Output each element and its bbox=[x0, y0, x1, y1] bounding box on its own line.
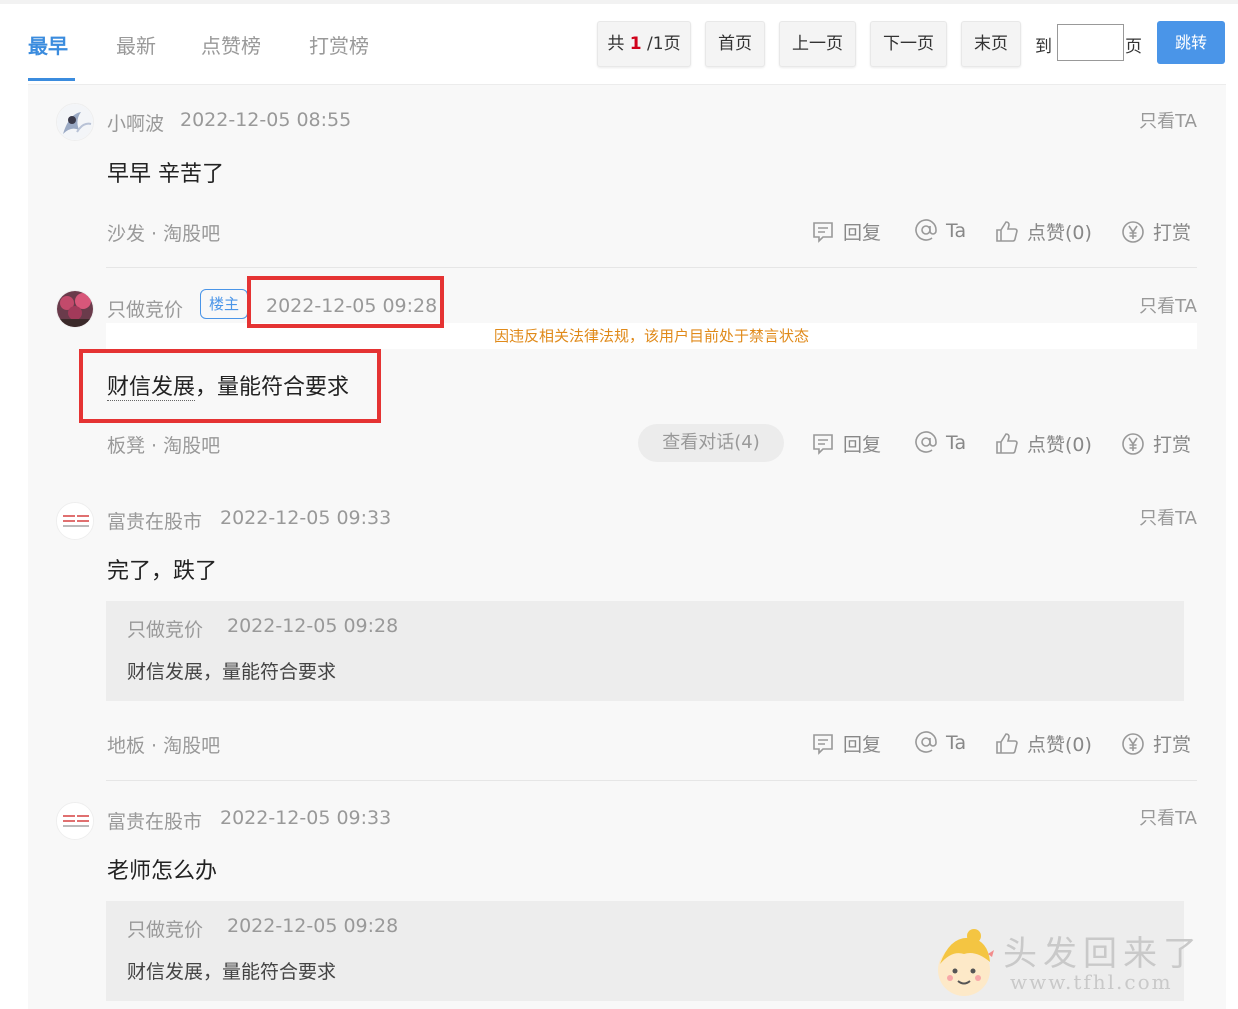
tab-most-tipped[interactable]: 打赏榜 bbox=[309, 30, 369, 59]
next-page-button[interactable]: 下一页 bbox=[870, 21, 947, 67]
top-bar: 最早 最新 点赞榜 打赏榜 共 1 /1页 首页 上一页 下一页 末页 到 页 … bbox=[0, 0, 1238, 84]
at-icon bbox=[914, 430, 938, 454]
at-icon bbox=[914, 730, 938, 754]
tip-button[interactable]: 打赏 bbox=[1121, 218, 1191, 248]
only-ta-link[interactable]: 只看TA bbox=[1139, 292, 1197, 318]
prev-page-button[interactable]: 上一页 bbox=[779, 21, 856, 67]
username[interactable]: 只做竞价 bbox=[107, 295, 183, 322]
comment-actions: 回复 Ta 点赞(0) 打赏 bbox=[811, 218, 1197, 248]
like-button[interactable]: 点赞(0) bbox=[995, 218, 1092, 248]
comment-text: 老师怎么办 bbox=[107, 859, 218, 884]
reply-icon bbox=[811, 432, 835, 456]
thumbs-up-icon bbox=[995, 732, 1019, 756]
reply-button[interactable]: 回复 bbox=[811, 218, 881, 248]
top-divider bbox=[0, 0, 1238, 4]
author-badge: 楼主 bbox=[200, 289, 249, 319]
avatar[interactable] bbox=[56, 802, 94, 840]
comment-actions: 回复 Ta 点赞(0) 打赏 bbox=[811, 430, 1197, 460]
comment-text: 完了，跌了 bbox=[107, 559, 218, 584]
comment-list: 小啊波 2022-12-05 08:55 只看TA 早早 辛苦了 沙发 · 淘股… bbox=[28, 84, 1226, 1009]
post-time: 2022-12-05 09:33 bbox=[220, 507, 392, 529]
jump-button[interactable]: 跳转 bbox=[1157, 21, 1225, 64]
highlight-box-time bbox=[247, 276, 444, 328]
username[interactable]: 小啊波 bbox=[107, 109, 164, 136]
thumbs-up-icon bbox=[995, 432, 1019, 456]
page-count: 共 1 /1页 bbox=[597, 21, 691, 67]
at-button[interactable]: Ta bbox=[914, 430, 966, 460]
username[interactable]: 富贵在股市 bbox=[107, 807, 202, 834]
like-button[interactable]: 点赞(0) bbox=[995, 430, 1092, 460]
reply-icon bbox=[811, 220, 835, 244]
like-button[interactable]: 点赞(0) bbox=[995, 730, 1092, 760]
at-button[interactable]: Ta bbox=[914, 218, 966, 248]
highlight-box-content bbox=[79, 349, 381, 423]
post-time: 2022-12-05 09:33 bbox=[220, 807, 392, 829]
comment-actions: 回复 Ta 点赞(0) 打赏 bbox=[811, 730, 1197, 760]
yen-coin-icon bbox=[1121, 220, 1145, 244]
yen-coin-icon bbox=[1121, 732, 1145, 756]
only-ta-link[interactable]: 只看TA bbox=[1139, 107, 1197, 133]
last-page-button[interactable]: 末页 bbox=[961, 21, 1021, 67]
first-page-button[interactable]: 首页 bbox=[705, 21, 765, 67]
avatar[interactable] bbox=[56, 502, 94, 540]
mascot-logo bbox=[938, 929, 994, 996]
goto-label: 到 bbox=[1035, 37, 1052, 57]
tip-button[interactable]: 打赏 bbox=[1121, 730, 1191, 760]
quoted-text: 财信发展，量能符合要求 bbox=[127, 961, 337, 983]
floor-label: 沙发 · 淘股吧 bbox=[107, 223, 221, 245]
view-conversation-button[interactable]: 查看对话(4) bbox=[638, 424, 784, 462]
post-time: 2022-12-05 08:55 bbox=[180, 109, 352, 131]
quoted-username[interactable]: 只做竞价 bbox=[127, 615, 203, 642]
only-ta-link[interactable]: 只看TA bbox=[1139, 504, 1197, 530]
comment-divider bbox=[106, 780, 1197, 781]
thumbs-up-icon bbox=[995, 220, 1019, 244]
page-unit-label: 页 bbox=[1125, 37, 1142, 57]
only-ta-link[interactable]: 只看TA bbox=[1139, 804, 1197, 830]
quoted-text: 财信发展，量能符合要求 bbox=[127, 661, 337, 683]
quoted-comment: 只做竞价 2022-12-05 09:28 财信发展，量能符合要求 bbox=[106, 601, 1184, 701]
watermark-url: www.tfhl.com bbox=[1010, 970, 1173, 994]
username[interactable]: 富贵在股市 bbox=[107, 507, 202, 534]
quoted-username[interactable]: 只做竞价 bbox=[127, 915, 203, 942]
tip-button[interactable]: 打赏 bbox=[1121, 430, 1191, 460]
comment-divider bbox=[106, 267, 1197, 268]
watermark: 头发回来了 www.tfhl.com bbox=[930, 924, 1230, 1004]
reply-icon bbox=[811, 732, 835, 756]
reply-button[interactable]: 回复 bbox=[811, 730, 881, 760]
quoted-time: 2022-12-05 09:28 bbox=[227, 615, 399, 637]
active-tab-indicator bbox=[28, 78, 75, 81]
comment-text: 早早 辛苦了 bbox=[107, 162, 224, 187]
at-icon bbox=[914, 218, 938, 242]
tab-most-liked[interactable]: 点赞榜 bbox=[201, 30, 261, 59]
avatar[interactable] bbox=[56, 290, 94, 328]
avatar[interactable] bbox=[56, 103, 94, 141]
tab-earliest[interactable]: 最早 bbox=[28, 30, 68, 59]
quoted-time: 2022-12-05 09:28 bbox=[227, 915, 399, 937]
tab-latest[interactable]: 最新 bbox=[116, 30, 156, 59]
at-button[interactable]: Ta bbox=[914, 730, 966, 760]
floor-label: 板凳 · 淘股吧 bbox=[107, 435, 221, 457]
page-number-input[interactable] bbox=[1057, 24, 1124, 61]
yen-coin-icon bbox=[1121, 432, 1145, 456]
watermark-text: 头发回来了 bbox=[1003, 934, 1203, 974]
reply-button[interactable]: 回复 bbox=[811, 430, 881, 460]
floor-label: 地板 · 淘股吧 bbox=[107, 735, 221, 757]
